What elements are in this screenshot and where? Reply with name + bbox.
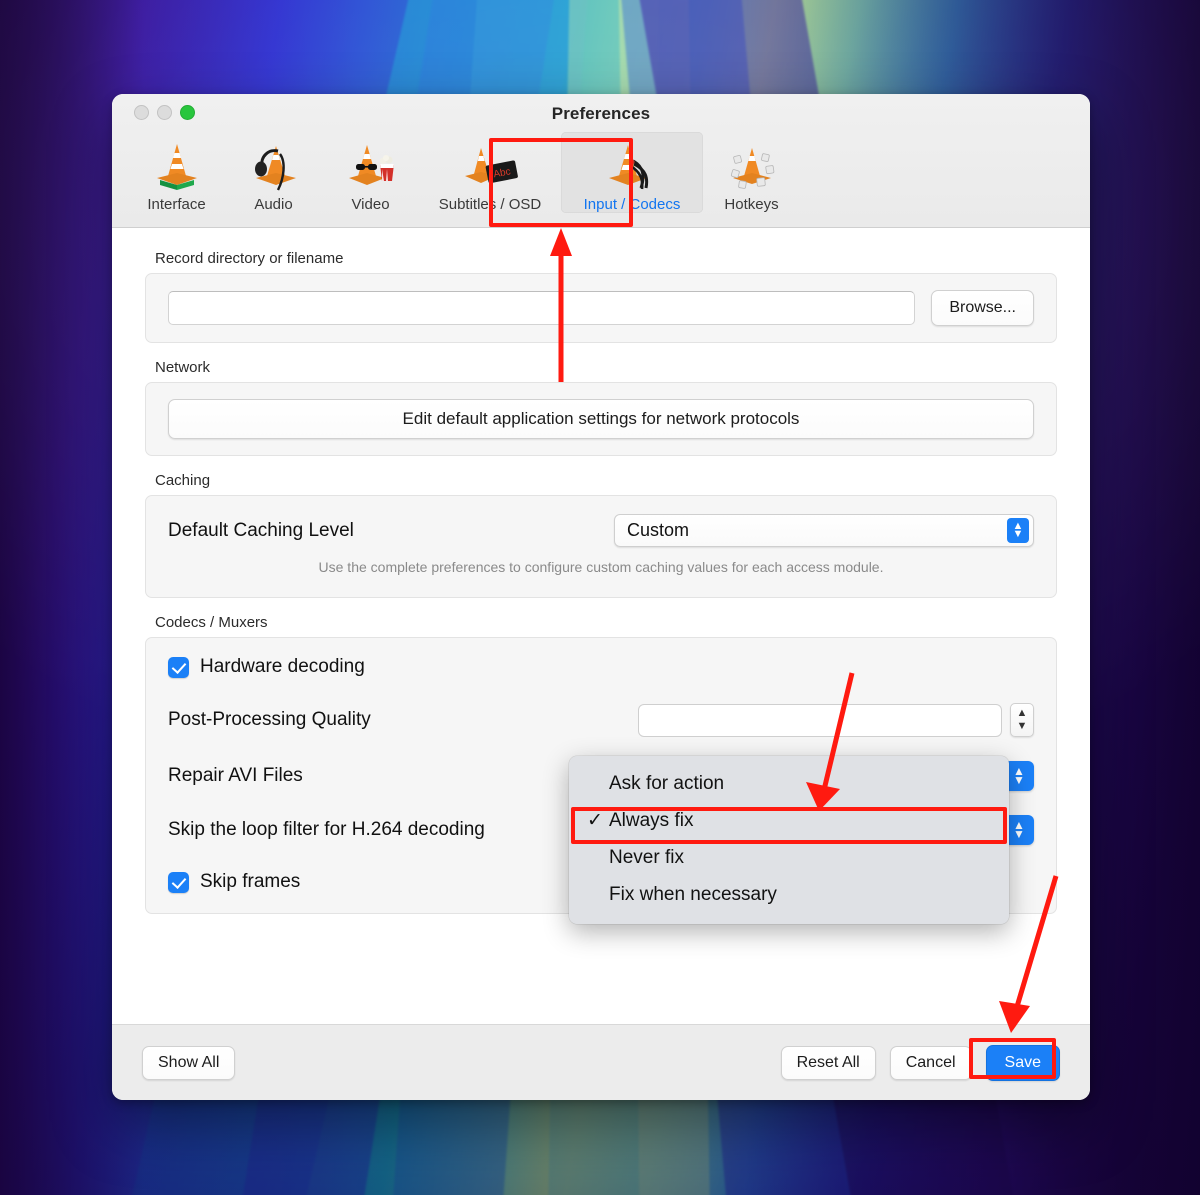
caching-panel: Default Caching Level Custom ▲ ▼ Use the … <box>145 495 1057 598</box>
post-processing-row: Post-Processing Quality ▲ ▼ <box>168 703 1034 737</box>
preferences-window: Preferences Interface Audio Video Abc Su… <box>112 94 1090 1100</box>
post-processing-quality-input[interactable] <box>638 703 1002 737</box>
repair-avi-files-label: Repair AVI Files <box>168 765 303 786</box>
vlc-cone-interface-icon <box>142 136 212 194</box>
vlc-cone-headphones-icon <box>239 136 309 194</box>
dialog-footer: Show All Reset All Cancel Save <box>112 1024 1090 1100</box>
desktop: Preferences Interface Audio Video Abc Su… <box>0 0 1200 1195</box>
tab-interface[interactable]: Interface <box>128 132 225 213</box>
window-chrome: Preferences Interface Audio Video Abc Su… <box>112 94 1090 228</box>
tab-video-label: Video <box>351 196 390 213</box>
menu-item-label: Never fix <box>609 846 684 868</box>
record-panel: Browse... <box>145 273 1057 343</box>
edit-network-protocols-button[interactable]: Edit default application settings for ne… <box>168 399 1034 439</box>
menu-item-label: Always fix <box>609 809 694 831</box>
skip-frames-checkbox[interactable] <box>168 871 189 893</box>
caching-section-title: Caching <box>155 472 211 489</box>
skip-loop-filter-label: Skip the loop filter for H.264 decoding <box>168 819 485 840</box>
hardware-decoding-row[interactable]: Hardware decoding <box>168 656 1034 678</box>
stepper-down-icon[interactable]: ▼ <box>1017 721 1028 732</box>
hardware-decoding-checkbox[interactable] <box>168 656 189 678</box>
tab-hotkeys-label: Hotkeys <box>724 196 779 213</box>
tab-hotkeys[interactable]: Hotkeys <box>703 132 800 213</box>
menu-item-label: Ask for action <box>609 772 725 794</box>
vlc-cone-keys-icon <box>717 136 787 194</box>
codecs-section-title: Codecs / Muxers <box>155 614 268 631</box>
tab-video[interactable]: Video <box>322 132 419 213</box>
caching-section: Caching Default Caching Level Custom ▲ ▼ … <box>145 472 1057 598</box>
caching-hint: Use the complete preferences to configur… <box>318 559 884 575</box>
record-path-input[interactable] <box>168 291 916 325</box>
check-icon: ✓ <box>587 810 603 831</box>
network-panel: Edit default application settings for ne… <box>145 382 1057 456</box>
window-title: Preferences <box>551 104 651 123</box>
browse-button[interactable]: Browse... <box>931 290 1034 326</box>
menu-item-label: Fix when necessary <box>609 883 777 905</box>
tab-audio-label: Audio <box>254 196 293 213</box>
chevron-updown-icon: ▲ ▼ <box>1007 518 1029 543</box>
tab-subtitles-osd-label: Subtitles / OSD <box>438 196 542 213</box>
menu-item-fix-when-necessary[interactable]: Fix when necessary <box>569 876 1009 913</box>
tab-input-codecs[interactable]: Input / Codecs <box>561 132 703 213</box>
default-caching-level-value: Custom <box>627 520 690 540</box>
menu-item-never-fix[interactable]: Never fix <box>569 839 1009 876</box>
tab-interface-label: Interface <box>147 196 206 213</box>
vlc-cone-glasses-popcorn-icon <box>336 136 406 194</box>
show-all-button[interactable]: Show All <box>142 1045 236 1080</box>
record-section: Record directory or filename Browse... <box>145 250 1057 343</box>
network-section: Network Edit default application setting… <box>145 359 1057 456</box>
menu-item-ask-for-action[interactable]: Ask for action <box>569 765 1009 802</box>
reset-all-button[interactable]: Reset All <box>780 1045 876 1080</box>
hardware-decoding-label: Hardware decoding <box>200 656 365 677</box>
vlc-cone-cables-icon <box>597 136 667 194</box>
stepper-up-icon[interactable]: ▲ <box>1017 708 1028 719</box>
post-processing-quality-stepper[interactable]: ▲ ▼ <box>1010 703 1034 737</box>
cancel-button[interactable]: Cancel <box>889 1045 972 1080</box>
menu-item-always-fix[interactable]: ✓ Always fix <box>569 802 1009 839</box>
tab-subtitles-osd[interactable]: Abc Subtitles / OSD <box>419 132 561 213</box>
post-processing-quality-label: Post-Processing Quality <box>168 709 371 730</box>
tab-audio[interactable]: Audio <box>225 132 322 213</box>
skip-frames-label: Skip frames <box>200 871 301 892</box>
default-caching-level-select[interactable]: Custom ▲ ▼ <box>614 514 1034 547</box>
network-section-title: Network <box>155 359 211 376</box>
record-section-title: Record directory or filename <box>155 250 344 267</box>
preferences-toolbar: Interface Audio Video Abc Subtitles / OS… <box>112 132 1090 227</box>
tab-input-codecs-label: Input / Codecs <box>583 196 681 213</box>
vlc-cone-subtitles-icon: Abc <box>455 136 525 194</box>
save-button[interactable]: Save <box>985 1044 1060 1081</box>
default-caching-level-label: Default Caching Level <box>168 519 354 541</box>
repair-avi-files-dropdown-menu[interactable]: Ask for action ✓ Always fix Never fix Fi… <box>569 756 1009 924</box>
